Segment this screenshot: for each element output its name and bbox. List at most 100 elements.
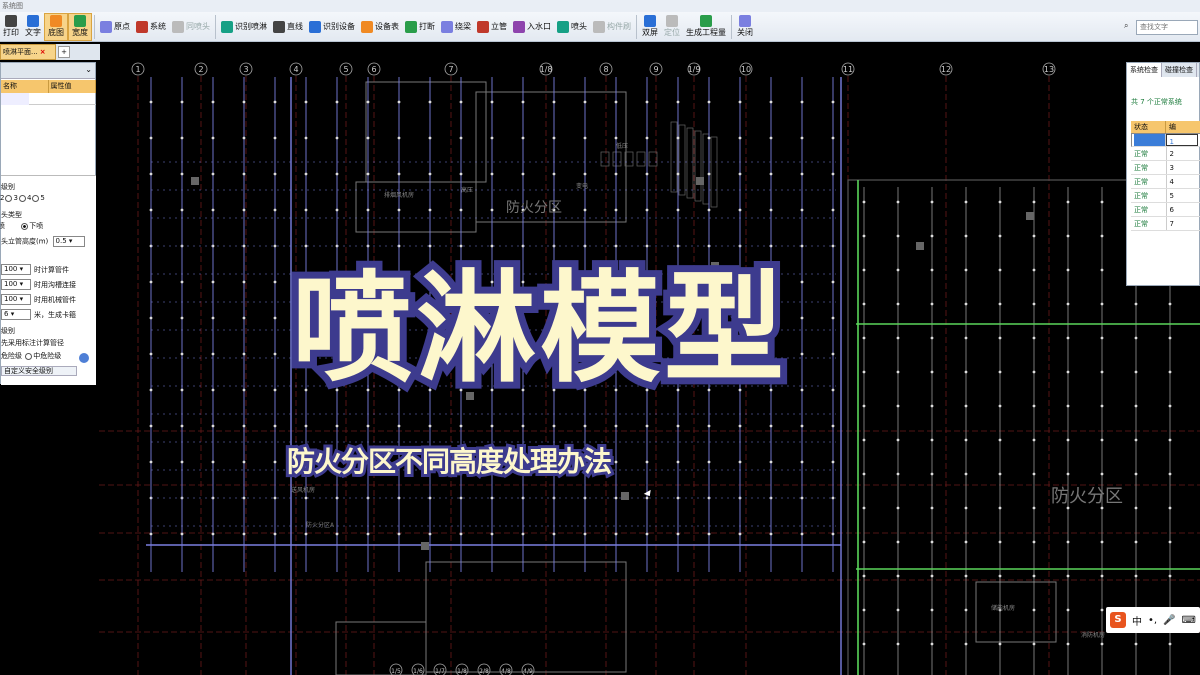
sprinkler-head	[896, 574, 900, 578]
system-summary: 共 7 个正常系统	[1131, 98, 1182, 106]
toolbar-button-11[interactable]: 打断	[402, 13, 438, 41]
sprinkler-head	[614, 136, 618, 140]
toolbar-button-10[interactable]: 设备表	[358, 13, 402, 41]
chevron-down-icon[interactable]: ⌄	[85, 65, 92, 74]
sprinkler-head	[1032, 540, 1036, 544]
sprinkler-head	[428, 208, 432, 212]
sprinkler-head	[998, 302, 1002, 306]
toolbar-button-16[interactable]: 构件刷	[590, 13, 634, 41]
sprinkler-head	[180, 172, 184, 176]
new-tab-icon[interactable]: +	[58, 46, 70, 58]
tab-system-check[interactable]: 系统检查	[1127, 63, 1162, 77]
toolbar-button-4[interactable]: 原点	[97, 13, 133, 41]
system-row[interactable]: 正常 6	[1131, 203, 1200, 217]
column	[696, 177, 704, 185]
toolbar-button-6[interactable]: 同喷头	[169, 13, 213, 41]
system-row[interactable]: 正常 7	[1131, 217, 1200, 231]
pipe-rule-select[interactable]: 100 ▾	[1, 264, 31, 275]
system-row[interactable]: 正常 4	[1131, 175, 1200, 189]
sprinkler-head	[149, 100, 153, 104]
expand-icon[interactable]	[79, 353, 89, 363]
sprinkler-head	[831, 136, 835, 140]
toolbar-button-13[interactable]: 立管	[474, 13, 510, 41]
toolbar-button-14[interactable]: 入水口	[510, 13, 554, 41]
sprinkler-head	[831, 460, 835, 464]
toolbar-button-0[interactable]: 打印	[0, 13, 22, 41]
recognize-sprinkler-icon	[221, 20, 233, 33]
riser-height-select[interactable]: 0.5 ▾	[52, 236, 85, 247]
system-table: 状态 编 正常 1 正常 2 正常 3 正常 4 正常 5 正常 6 正常 7	[1131, 121, 1200, 231]
sprinkler-head	[707, 208, 711, 212]
pipe-rule-select[interactable]: 100 ▾	[1, 294, 31, 305]
sprinkler-head	[896, 268, 900, 272]
sprinkler-head	[896, 336, 900, 340]
ime-lang[interactable]: 中	[1132, 613, 1142, 628]
sprinkler-head	[676, 208, 680, 212]
sprinkler-head	[1134, 506, 1138, 510]
binoculars-icon[interactable]: ⌕	[1124, 21, 1134, 31]
toolbar-button-7[interactable]: 识别喷淋	[218, 13, 270, 41]
sprinkler-head	[335, 136, 339, 140]
hazard-mid-radio[interactable]	[25, 352, 33, 360]
punctuation-icon[interactable]: •,	[1148, 615, 1157, 626]
toolbar-button-9[interactable]: 识别设备	[306, 13, 358, 41]
toolbar-button-19[interactable]: 生成工程量	[683, 13, 729, 41]
close-tab-icon[interactable]: ×	[40, 48, 46, 56]
sprinkler-head	[428, 532, 432, 536]
level-radio[interactable]	[18, 194, 26, 202]
system-row[interactable]: 正常 5	[1131, 189, 1200, 203]
search-input[interactable]	[1136, 20, 1198, 35]
tab-collision-check[interactable]: 碰撞检查	[1162, 63, 1197, 77]
sprinkler-head	[1032, 336, 1036, 340]
column	[191, 177, 199, 185]
sprinkler-head	[180, 352, 184, 356]
toolbar-button-17[interactable]: 双屏	[639, 13, 661, 41]
level-radio[interactable]	[32, 194, 40, 202]
microphone-icon[interactable]: 🎤	[1163, 615, 1175, 626]
sprinkler-head	[1100, 642, 1104, 646]
pipe-rule-select[interactable]: 100 ▾	[1, 279, 31, 290]
head-type-down-radio[interactable]	[21, 222, 29, 230]
sprinkler-head	[930, 608, 934, 612]
toolbar-button-8[interactable]: 直线	[270, 13, 306, 41]
sprinkler-head	[930, 574, 934, 578]
toolbar-button-1[interactable]: 文字	[22, 13, 44, 41]
system-row[interactable]: 正常 1	[1131, 133, 1200, 147]
ime-toolbar[interactable]: S 中 •, 🎤 ⌨	[1106, 607, 1200, 633]
toolbar-label: 打印	[3, 28, 19, 37]
equipment-outline	[686, 127, 694, 199]
sprinkler-head	[552, 532, 556, 536]
level-radio[interactable]	[5, 194, 13, 202]
toolbar-button-18[interactable]: 定位	[661, 13, 683, 41]
toolbar-button-12[interactable]: 绕梁	[438, 13, 474, 41]
property-row[interactable]	[1, 93, 96, 105]
toolbar-button-2[interactable]: 底图	[44, 12, 68, 41]
toolbar-separator	[731, 14, 732, 39]
pipe-rule-select[interactable]: 6 ▾	[1, 309, 31, 320]
system-row[interactable]: 正常 2	[1131, 147, 1200, 161]
toolbar-button-5[interactable]: 系统	[133, 13, 169, 41]
sprinkler-head	[1168, 302, 1172, 306]
sprinkler-head	[211, 352, 215, 356]
keyboard-icon[interactable]: ⌨	[1182, 615, 1196, 626]
sprinkler-head	[998, 438, 1002, 442]
hazard-level-options: 危险级 中危险级	[1, 351, 61, 361]
toolbar-button-20[interactable]: 关闭	[734, 13, 756, 41]
sprinkler-head	[1066, 200, 1070, 204]
col-num: 编	[1166, 121, 1200, 133]
sprinkler-head	[964, 642, 968, 646]
system-row[interactable]: 正常 3	[1131, 161, 1200, 175]
zone-label: 防火分区A	[306, 521, 335, 529]
overlay-title: 喷淋模型	[285, 253, 791, 406]
brush-icon	[593, 20, 605, 33]
toolbar-button-15[interactable]: 喷头	[554, 13, 590, 41]
sprinkler-head	[428, 424, 432, 428]
sprinkler-head	[273, 100, 277, 104]
sprinkler-head	[397, 172, 401, 176]
sprinkler-head	[862, 574, 866, 578]
toolbar-button-3[interactable]: 宽度	[68, 12, 92, 41]
sprinkler-head	[366, 136, 370, 140]
sprinkler-head	[998, 472, 1002, 476]
custom-safety-level-button[interactable]: 自定义安全级别	[1, 366, 77, 376]
doc-tab-active[interactable]: 喷淋平面... ×	[0, 44, 56, 60]
